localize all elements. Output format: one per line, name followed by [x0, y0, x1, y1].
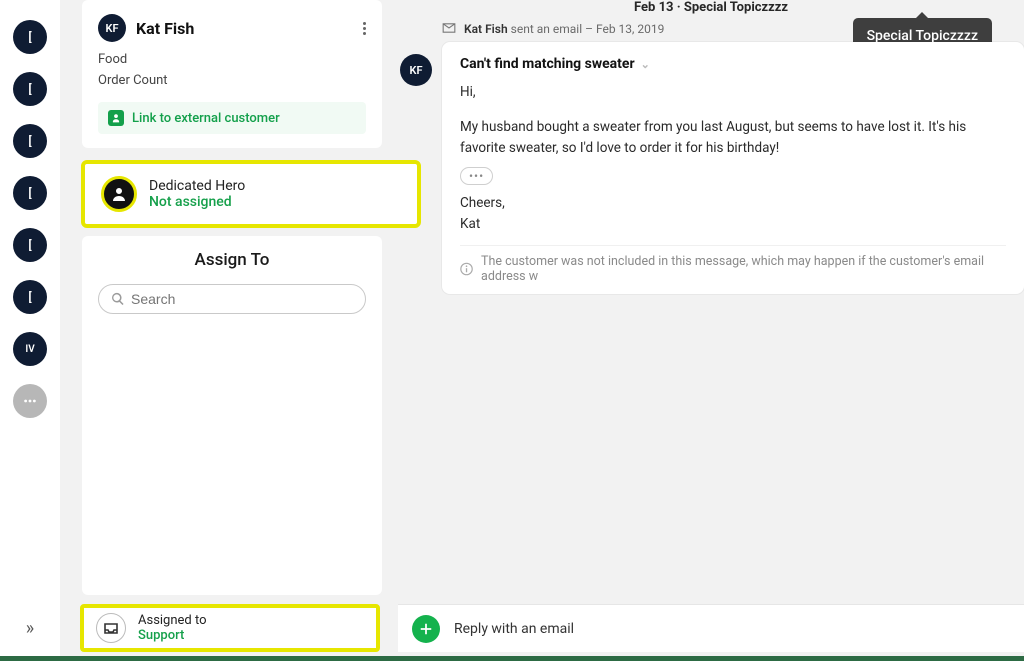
customer-field: Food — [98, 52, 366, 67]
assign-search-input[interactable] — [131, 291, 353, 307]
assigned-label: Assigned to — [138, 613, 207, 628]
sidebar: KF Kat Fish Food Order Count Link to ext… — [82, 0, 382, 595]
nav-rail: [ [ [ [ [ [ IV — [0, 0, 60, 661]
message-body-line: Kat — [460, 214, 1006, 235]
nav-item[interactable]: [ — [13, 20, 47, 54]
avatar: KF — [400, 54, 432, 86]
envelope-icon — [442, 22, 456, 36]
nav-item[interactable]: [ — [13, 228, 47, 262]
assigned-to-panel[interactable]: Assigned to Support — [80, 604, 380, 652]
nav-item[interactable]: [ — [13, 124, 47, 158]
message-card: KF Can't find matching sweater ⌄ Hi, My … — [442, 42, 1024, 294]
message-subject[interactable]: Can't find matching sweater ⌄ — [460, 56, 1006, 72]
external-customer-link[interactable]: Link to external customer — [98, 102, 366, 134]
inbox-icon — [96, 613, 126, 643]
footer-bar: » Assigned to Support Reply with an emai… — [0, 600, 1024, 661]
dedicated-hero-panel[interactable]: Dedicated Hero Not assigned — [81, 160, 421, 228]
topic-divider: Feb 13 · Special Topiczzzz Special Topic… — [398, 0, 1024, 16]
nav-more-button[interactable] — [13, 384, 47, 418]
reply-placeholder: Reply with an email — [454, 621, 574, 637]
kebab-menu-button[interactable] — [363, 22, 366, 35]
assigned-value: Support — [138, 628, 207, 643]
hero-status: Not assigned — [149, 194, 245, 210]
assign-search[interactable] — [98, 284, 366, 314]
nav-item[interactable]: [ — [13, 72, 47, 106]
external-link-label: Link to external customer — [132, 111, 280, 126]
info-icon — [460, 262, 473, 276]
message-body-line: Cheers, — [460, 193, 1006, 214]
message-body-line: My husband bought a sweater from you las… — [460, 117, 970, 159]
avatar: KF — [98, 14, 126, 42]
customer-card: KF Kat Fish Food Order Count Link to ext… — [82, 0, 382, 148]
add-reply-button[interactable] — [412, 615, 440, 643]
nav-item[interactable]: [ — [13, 176, 47, 210]
assign-heading: Assign To — [94, 250, 370, 270]
nav-item[interactable]: IV — [13, 332, 47, 366]
expand-sidebar-button[interactable]: » — [0, 618, 60, 639]
hero-title: Dedicated Hero — [149, 178, 245, 194]
chevron-down-icon: ⌄ — [641, 58, 650, 71]
expand-quoted-button[interactable]: ••• — [460, 167, 493, 185]
plus-icon — [419, 622, 433, 636]
reply-bar[interactable]: Reply with an email — [398, 604, 1024, 652]
customer-name: Kat Fish — [136, 19, 194, 38]
person-icon — [101, 176, 137, 212]
nav-item[interactable]: [ — [13, 280, 47, 314]
user-card-icon — [108, 110, 124, 126]
message-footer-note: The customer was not included in this me… — [460, 245, 1006, 284]
more-icon — [13, 384, 47, 418]
search-icon — [111, 292, 125, 306]
message-body-line: Hi, — [460, 82, 1006, 103]
customer-field: Order Count — [98, 73, 366, 88]
conversation-pane: Feb 13 · Special Topiczzzz Special Topic… — [398, 0, 1024, 595]
assign-to-panel: Assign To — [82, 236, 382, 595]
